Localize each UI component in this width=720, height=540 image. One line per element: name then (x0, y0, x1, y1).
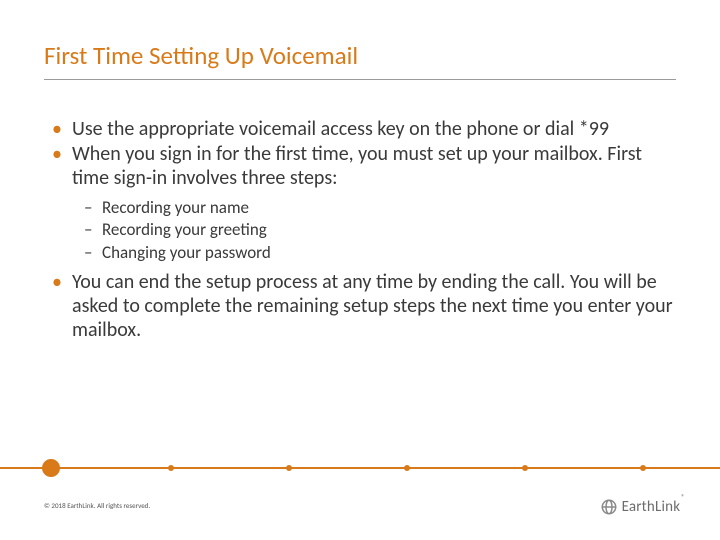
sub-bullet-list: Recording your name Recording your greet… (72, 197, 676, 266)
bullet-text: When you sign in for the first time, you… (72, 142, 642, 190)
timeline-dot-icon (522, 465, 528, 471)
slide-body: Use the appropriate voicemail access key… (44, 118, 676, 342)
list-item: When you sign in for the first time, you… (44, 143, 676, 265)
timeline-line (0, 467, 720, 469)
brand-text: EarthLink (622, 498, 681, 516)
slide: First Time Setting Up Voicemail Use the … (0, 0, 720, 540)
timeline-dot-icon (404, 465, 410, 471)
list-item: Use the appropriate voicemail access key… (44, 118, 676, 142)
bullet-text: Recording your name (102, 197, 249, 218)
timeline-dot-icon (640, 465, 646, 471)
timeline-marker-icon (42, 459, 60, 477)
bullet-text: Use the appropriate voicemail access key… (72, 117, 609, 141)
brand-logo: EarthLink® (600, 498, 684, 516)
bullet-list: Use the appropriate voicemail access key… (44, 118, 676, 342)
timeline-dot-icon (168, 465, 174, 471)
bullet-text: Recording your greeting (102, 219, 267, 240)
bullet-text: Changing your password (102, 242, 271, 263)
trademark-symbol: ® (681, 492, 685, 501)
list-item: Changing your password (72, 242, 676, 265)
copyright-text: © 2018 EarthLink. All rights reserved. (44, 501, 150, 510)
list-item: Recording your name (72, 197, 676, 220)
decorative-timeline (0, 458, 720, 478)
brand-name: EarthLink® (622, 498, 684, 516)
globe-icon (600, 498, 618, 516)
bullet-text: You can end the setup process at any tim… (72, 270, 673, 341)
list-item: Recording your greeting (72, 219, 676, 242)
timeline-dot-icon (286, 465, 292, 471)
title-divider (44, 79, 676, 80)
slide-title: First Time Setting Up Voicemail (44, 42, 676, 71)
list-item: You can end the setup process at any tim… (44, 271, 676, 342)
